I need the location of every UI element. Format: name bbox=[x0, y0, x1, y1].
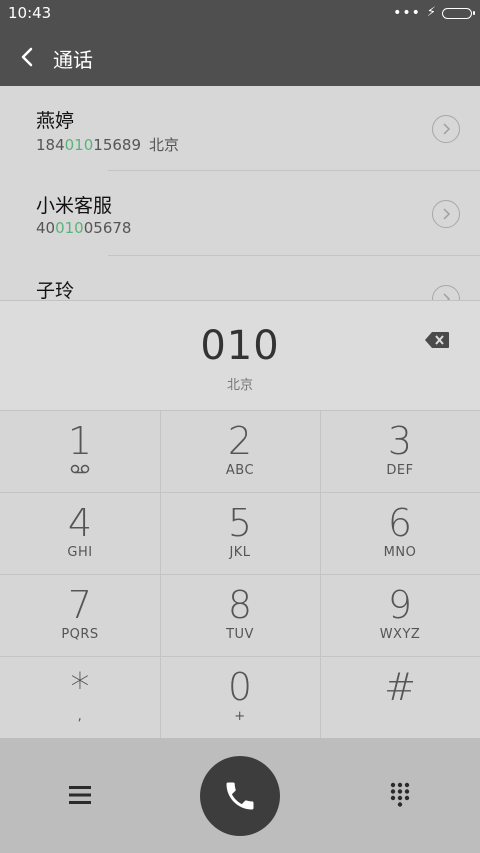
key-letters: TUV bbox=[226, 627, 254, 642]
number-prefix: 40 bbox=[36, 219, 56, 237]
chevron-right-icon bbox=[443, 208, 451, 220]
title-bar: 通话 bbox=[0, 28, 480, 86]
key-8[interactable]: 8 TUV bbox=[160, 574, 320, 656]
bottom-bar bbox=[0, 738, 480, 853]
key-letters: , bbox=[77, 709, 83, 724]
key-9[interactable]: 9 WXYZ bbox=[320, 574, 480, 656]
key-digit: 8 bbox=[227, 583, 253, 627]
status-icons: ••• ⚡ bbox=[393, 5, 475, 21]
key-digit: 5 bbox=[227, 501, 253, 545]
battery-icon bbox=[442, 7, 475, 19]
key-3[interactable]: 3 DEF bbox=[320, 410, 480, 492]
key-digit: 6 bbox=[387, 501, 413, 545]
dialed-number: 010 bbox=[200, 323, 280, 369]
call-button[interactable] bbox=[200, 756, 280, 836]
key-letters: PQRS bbox=[61, 627, 99, 642]
contact-name: 子玲 bbox=[36, 280, 75, 300]
number-prefix: 184 bbox=[36, 136, 65, 154]
number-region: 北京 bbox=[226, 378, 253, 393]
key-5[interactable]: 5 JKL bbox=[160, 492, 320, 574]
phone-icon bbox=[226, 782, 254, 810]
chevron-right-icon bbox=[443, 293, 451, 300]
contact-name: 燕婷 bbox=[36, 110, 75, 132]
dialpad-icon[interactable] bbox=[388, 782, 412, 808]
key-4[interactable]: 4 GHI bbox=[0, 492, 160, 574]
contact-number: 18401015689 北京 bbox=[36, 134, 179, 155]
key-digit: # bbox=[384, 665, 416, 709]
key-0[interactable]: 0 + bbox=[160, 656, 320, 738]
dial-pad: 1 2 ABC 3 DEF 4 GHI 5 JKL 6 MNO 7 PQRS 8… bbox=[0, 410, 480, 738]
contact-item[interactable]: 燕婷 18401015689 北京 bbox=[0, 86, 480, 170]
key-digit: 4 bbox=[67, 501, 93, 545]
key-letters: WXYZ bbox=[379, 627, 421, 642]
key-letters: MNO bbox=[383, 545, 417, 560]
notification-dots-icon: ••• bbox=[393, 5, 421, 21]
contact-detail-button[interactable] bbox=[432, 285, 460, 300]
key-digit: 2 bbox=[227, 419, 253, 463]
key-digit: 9 bbox=[387, 583, 413, 627]
key-letters: JKL bbox=[229, 545, 251, 560]
contact-list: 燕婷 18401015689 北京 小米客服 4001005678 子玲 bbox=[0, 86, 480, 300]
key-2[interactable]: 2 ABC bbox=[160, 410, 320, 492]
contact-item[interactable]: 小米客服 4001005678 bbox=[0, 171, 480, 255]
page-title: 通话 bbox=[53, 48, 93, 72]
contact-detail-button[interactable] bbox=[432, 115, 460, 143]
contact-detail-button[interactable] bbox=[432, 200, 460, 228]
number-suffix: 05678 bbox=[83, 219, 132, 237]
dial-display: 010 北京 bbox=[0, 300, 480, 411]
voicemail-icon bbox=[70, 464, 90, 474]
contact-item[interactable]: 子玲 bbox=[0, 256, 480, 300]
number-suffix: 15689 bbox=[93, 136, 141, 154]
key-digit: 0 bbox=[227, 665, 253, 709]
chevron-right-icon bbox=[443, 123, 451, 135]
key-letters: + bbox=[234, 709, 246, 724]
key-hash[interactable]: # bbox=[320, 656, 480, 738]
key-letters: DEF bbox=[386, 463, 414, 478]
key-digit: 7 bbox=[67, 583, 93, 627]
key-digit: 1 bbox=[67, 419, 93, 463]
key-1[interactable]: 1 bbox=[0, 410, 160, 492]
charging-icon: ⚡ bbox=[426, 5, 436, 20]
key-star[interactable]: * , bbox=[0, 656, 160, 738]
key-digit: 3 bbox=[387, 419, 413, 463]
contact-name: 小米客服 bbox=[36, 195, 113, 217]
menu-icon[interactable] bbox=[66, 783, 94, 807]
key-7[interactable]: 7 PQRS bbox=[0, 574, 160, 656]
key-digit: * bbox=[70, 665, 90, 709]
status-time: 10:43 bbox=[8, 4, 52, 22]
key-6[interactable]: 6 MNO bbox=[320, 492, 480, 574]
backspace-icon[interactable] bbox=[424, 331, 450, 349]
status-bar: 10:43 ••• ⚡ bbox=[0, 0, 480, 28]
contact-number: 4001005678 bbox=[36, 219, 131, 237]
number-match: 010 bbox=[64, 136, 94, 154]
key-letters: GHI bbox=[67, 545, 93, 560]
back-arrow-icon[interactable] bbox=[16, 42, 42, 72]
number-match: 010 bbox=[55, 219, 84, 237]
key-letters: ABC bbox=[225, 463, 255, 478]
contact-location: 北京 bbox=[149, 136, 180, 154]
